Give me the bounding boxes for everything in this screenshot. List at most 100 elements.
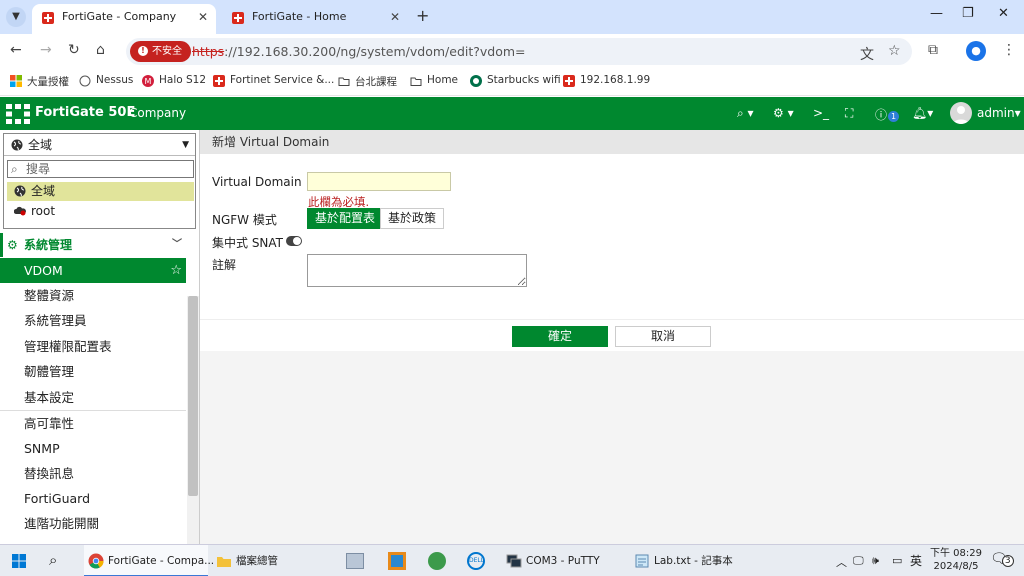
nav-item-label: 基本設定 bbox=[24, 390, 75, 405]
taskbar-notepad[interactable]: Lab.txt - 記事本 bbox=[630, 545, 770, 576]
windows-logo-icon bbox=[10, 75, 22, 87]
main-content: 新增 Virtual Domain Virtual Domain 此欄為必填. … bbox=[200, 130, 1024, 544]
bookmark-star-icon[interactable]: ☆ bbox=[888, 43, 901, 59]
star-icon[interactable]: ☆ bbox=[170, 258, 182, 283]
volume-icon[interactable]: 🕪︎ bbox=[872, 554, 879, 568]
restore-button[interactable]: ❐ bbox=[962, 6, 974, 21]
vdom-option-label: root bbox=[31, 204, 56, 218]
browser-toolbar: ← → ↻ ⌂ ! 不安全 https://192.168.30.200/ng/… bbox=[0, 34, 1024, 68]
ime-indicator[interactable]: 英 bbox=[910, 552, 922, 569]
nav-item-global-resources[interactable]: 整體資源 bbox=[0, 283, 186, 308]
nav-section-system[interactable]: ⚙ 系統管理 ﹀ bbox=[0, 233, 186, 257]
scrollbar-thumb[interactable] bbox=[188, 296, 198, 496]
notepad-icon bbox=[635, 554, 649, 568]
central-snat-toggle[interactable] bbox=[286, 236, 302, 246]
warning-icon: ! bbox=[138, 46, 148, 56]
bookmark-item[interactable]: 大量授權 bbox=[10, 74, 69, 89]
vdom-option-root[interactable]: root bbox=[7, 202, 194, 221]
app-icon[interactable] bbox=[388, 552, 406, 570]
vdom-select[interactable]: 全域 ▼ bbox=[4, 134, 195, 156]
minimize-button[interactable]: — bbox=[930, 6, 943, 21]
search-icon: ⌕ bbox=[11, 162, 18, 176]
forward-arrow-icon[interactable]: → bbox=[40, 42, 52, 58]
bookmark-item[interactable]: Starbucks wifi bbox=[470, 74, 561, 87]
bookmark-item[interactable]: M Halo S12 bbox=[142, 74, 206, 87]
dell-icon[interactable]: DELL bbox=[467, 552, 485, 570]
nav-item-vdom[interactable]: VDOM ☆ bbox=[0, 258, 186, 283]
close-tab-icon[interactable]: ✕ bbox=[390, 4, 400, 30]
url-path: ://192.168.30.200/ng/system/vdom/edit?vd… bbox=[224, 44, 526, 59]
tab-search-button[interactable]: ▼ bbox=[6, 7, 26, 27]
bookmark-folder[interactable]: 台北課程 bbox=[338, 74, 397, 89]
ngfw-policy-based-button[interactable]: 基於政策 bbox=[380, 208, 445, 229]
network-tools-icon[interactable]: ⚙ ▾ bbox=[773, 106, 794, 120]
windows-start-icon[interactable] bbox=[12, 554, 26, 568]
bookmark-folder[interactable]: Home bbox=[410, 74, 458, 86]
nav-item-feature-visibility[interactable]: 進階功能開關 bbox=[0, 511, 186, 536]
app-icon[interactable] bbox=[346, 553, 364, 569]
home-icon[interactable]: ⌂ bbox=[96, 42, 105, 58]
vdom-selected-label: 全域 bbox=[28, 138, 53, 152]
profile-avatar-icon[interactable]: ● bbox=[966, 41, 986, 61]
new-tab-button[interactable]: + bbox=[416, 6, 429, 25]
vdom-option-global[interactable]: 全域 bbox=[7, 182, 194, 201]
back-arrow-icon[interactable]: ← bbox=[10, 42, 22, 58]
nav-item-admin-profiles[interactable]: 管理權限配置表 bbox=[0, 334, 186, 359]
help-icon[interactable]: ⓘ 1 bbox=[875, 106, 900, 123]
nav-item-replacement-messages[interactable]: 替換訊息 bbox=[0, 461, 186, 486]
vdom-form: Virtual Domain 此欄為必填. NGFW 模式 基於配置表 基於政策… bbox=[200, 154, 1024, 319]
system-clock[interactable]: 下午 08:29 2024/8/5 bbox=[930, 547, 982, 573]
product-name[interactable]: FortiGate 50E bbox=[35, 105, 135, 120]
nav-item-settings[interactable]: 基本設定 bbox=[0, 385, 186, 410]
notification-center-icon[interactable]: 🗨︎3 bbox=[990, 551, 1014, 567]
user-avatar[interactable] bbox=[950, 102, 972, 124]
nav-item-firmware[interactable]: 韌體管理 bbox=[0, 359, 186, 384]
translate-icon[interactable]: 文 bbox=[860, 44, 874, 64]
nav-item-snmp[interactable]: SNMP bbox=[0, 436, 186, 461]
bookmark-item[interactable]: 192.168.1.99 bbox=[563, 74, 650, 87]
close-tab-icon[interactable]: ✕ bbox=[198, 4, 208, 30]
nav-item-administrators[interactable]: 系統管理員 bbox=[0, 308, 186, 333]
comment-label: 註解 bbox=[212, 258, 237, 272]
taskbar-app-label: FortiGate - Compa... bbox=[108, 555, 215, 567]
chevron-up-icon[interactable]: ︿ bbox=[836, 554, 847, 570]
tab-fortigate-company[interactable]: FortiGate - Company ✕ bbox=[32, 4, 216, 34]
fullscreen-icon[interactable]: ⛶ bbox=[845, 106, 853, 121]
address-bar[interactable]: ! 不安全 https://192.168.30.200/ng/system/v… bbox=[126, 38, 912, 65]
kebab-menu-icon[interactable]: ⋮ bbox=[1002, 42, 1016, 58]
admin-username: admin bbox=[977, 106, 1015, 120]
hostname: Company bbox=[129, 106, 187, 120]
nav-item-ha[interactable]: 高可靠性 bbox=[0, 411, 186, 436]
taskbar-file-explorer[interactable]: 檔案總管 bbox=[212, 545, 334, 576]
vdom-name-input[interactable] bbox=[307, 172, 451, 191]
bookmark-item[interactable]: Fortinet Service &... bbox=[213, 74, 334, 87]
cancel-button[interactable]: 取消 bbox=[615, 326, 711, 347]
taskbar-chrome[interactable]: FortiGate - Compa... bbox=[84, 545, 214, 576]
app-icon[interactable] bbox=[428, 552, 446, 570]
ngfw-profile-based-button[interactable]: 基於配置表 bbox=[307, 208, 384, 229]
tab-title: FortiGate - Company bbox=[62, 10, 177, 23]
admin-menu[interactable]: admin▾ bbox=[977, 106, 1021, 120]
url-text[interactable]: https://192.168.30.200/ng/system/vdom/ed… bbox=[192, 38, 526, 65]
not-secure-chip[interactable]: ! 不安全 bbox=[130, 41, 191, 62]
extensions-icon[interactable]: ⧉ bbox=[928, 42, 938, 58]
cli-console-icon[interactable]: >_ bbox=[813, 106, 829, 120]
tab-fortigate-home[interactable]: FortiGate - Home ✕ bbox=[222, 4, 408, 34]
battery-icon[interactable]: ▭ bbox=[892, 554, 902, 567]
ok-button[interactable]: 確定 bbox=[512, 326, 608, 347]
notifications-bell-icon[interactable]: 🔔︎▾ bbox=[912, 106, 933, 120]
vdom-search-input[interactable]: ⌕ 搜尋 bbox=[7, 160, 194, 178]
reload-icon[interactable]: ↻ bbox=[68, 42, 80, 58]
taskbar-putty[interactable]: COM3 - PuTTY bbox=[502, 545, 620, 576]
sidebar-scrollbar[interactable] bbox=[187, 296, 199, 544]
bookmark-item[interactable]: Nessus bbox=[79, 74, 133, 87]
comment-textarea[interactable] bbox=[307, 254, 527, 287]
close-window-button[interactable]: ✕ bbox=[998, 6, 1009, 21]
nav-item-fortiguard[interactable]: FortiGuard bbox=[0, 486, 186, 511]
search-icon[interactable]: ⌕ bbox=[49, 551, 57, 569]
nav-item-label: 進階功能開關 bbox=[24, 516, 100, 531]
search-icon[interactable]: ⌕ ▾ bbox=[737, 106, 754, 121]
central-snat-label: 集中式 SNAT bbox=[212, 236, 284, 250]
nav-item-label: 替換訊息 bbox=[24, 466, 75, 481]
network-icon[interactable]: 🖵︎ bbox=[853, 554, 864, 568]
